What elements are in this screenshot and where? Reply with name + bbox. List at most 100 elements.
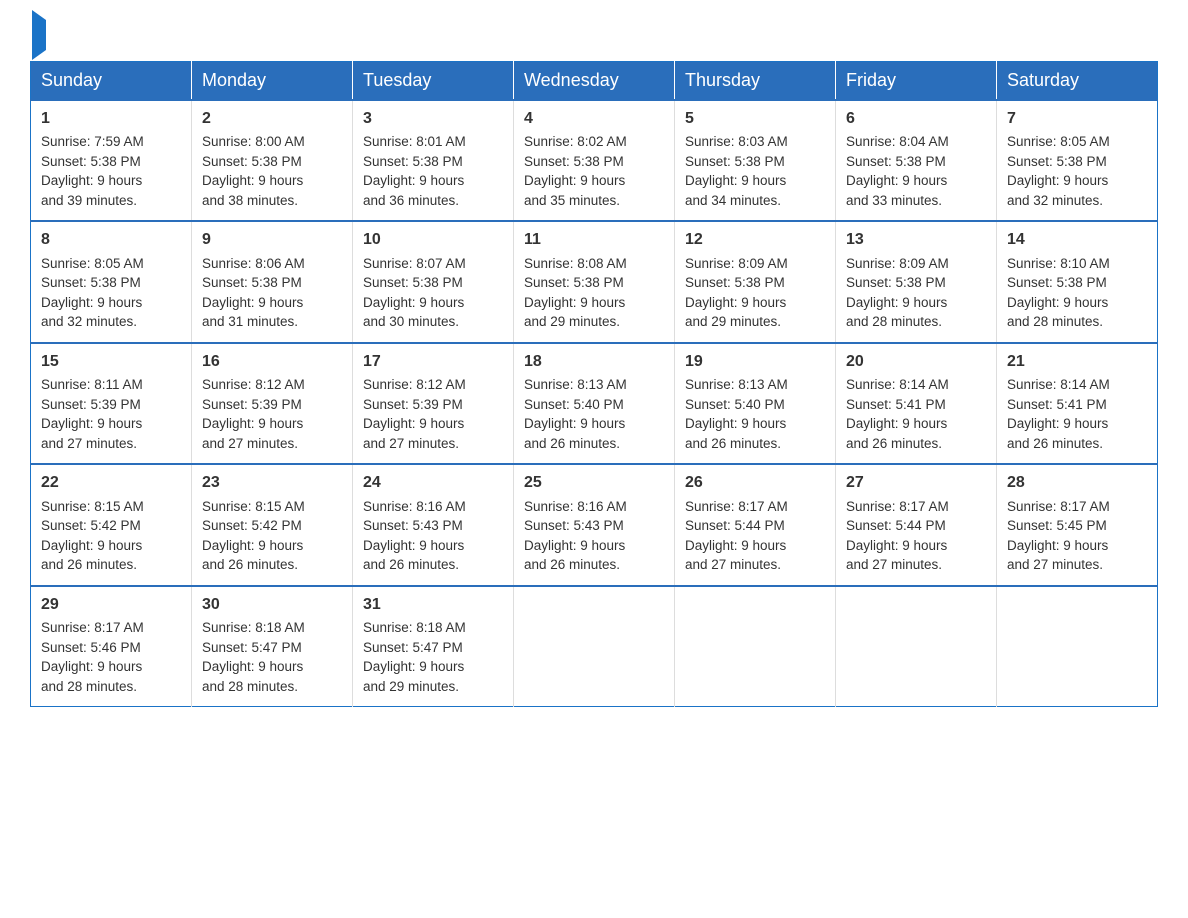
- day-number: 25: [524, 471, 664, 494]
- calendar-day-cell: 21Sunrise: 8:14 AMSunset: 5:41 PMDayligh…: [997, 343, 1158, 464]
- calendar-day-cell: [675, 586, 836, 707]
- day-info: Sunrise: 8:15 AMSunset: 5:42 PMDaylight:…: [202, 499, 305, 573]
- calendar-week-row: 29 Sunrise: 8:17 AMSunset: 5:46 PMDayligh…: [31, 586, 1158, 707]
- day-info: Sunrise: 8:17 AMSunset: 5:45 PMDaylight:…: [1007, 499, 1110, 573]
- day-info: Sunrise: 8:06 AMSunset: 5:38 PMDaylight:…: [202, 256, 305, 330]
- calendar-table: SundayMondayTuesdayWednesdayThursdayFrid…: [30, 61, 1158, 707]
- day-number: 28: [1007, 471, 1147, 494]
- day-number: 6: [846, 107, 986, 130]
- day-number: 13: [846, 228, 986, 251]
- day-number: 16: [202, 350, 342, 373]
- day-info: Sunrise: 8:00 AMSunset: 5:38 PMDaylight:…: [202, 134, 305, 208]
- day-info: Sunrise: 8:18 AMSunset: 5:47 PMDaylight:…: [363, 620, 466, 694]
- day-info: Sunrise: 8:17 AMSunset: 5:44 PMDaylight:…: [685, 499, 788, 573]
- page-header: [30, 20, 1158, 51]
- weekday-header-sunday: Sunday: [31, 62, 192, 101]
- day-info: Sunrise: 8:10 AMSunset: 5:38 PMDaylight:…: [1007, 256, 1110, 330]
- calendar-day-cell: 24Sunrise: 8:16 AMSunset: 5:43 PMDayligh…: [353, 464, 514, 585]
- day-info: Sunrise: 8:15 AMSunset: 5:42 PMDaylight:…: [41, 499, 144, 573]
- day-number: 12: [685, 228, 825, 251]
- day-info: Sunrise: 8:13 AMSunset: 5:40 PMDaylight:…: [524, 377, 627, 451]
- day-info: Sunrise: 8:14 AMSunset: 5:41 PMDaylight:…: [846, 377, 949, 451]
- weekday-header-wednesday: Wednesday: [514, 62, 675, 101]
- calendar-day-cell: 28 Sunrise: 8:17 AMSunset: 5:45 PMDayligh…: [997, 464, 1158, 585]
- day-number: 3: [363, 107, 503, 130]
- day-number: 31: [363, 593, 503, 616]
- calendar-day-cell: 25Sunrise: 8:16 AMSunset: 5:43 PMDayligh…: [514, 464, 675, 585]
- day-info: Sunrise: 8:18 AMSunset: 5:47 PMDaylight:…: [202, 620, 305, 694]
- weekday-header-tuesday: Tuesday: [353, 62, 514, 101]
- calendar-day-cell: 12 Sunrise: 8:09 AMSunset: 5:38 PMDayligh…: [675, 221, 836, 342]
- weekday-header-row: SundayMondayTuesdayWednesdayThursdayFrid…: [31, 62, 1158, 101]
- logo-area: [30, 20, 46, 51]
- day-info: Sunrise: 8:02 AMSunset: 5:38 PMDaylight:…: [524, 134, 627, 208]
- day-info: Sunrise: 8:04 AMSunset: 5:38 PMDaylight:…: [846, 134, 949, 208]
- calendar-day-cell: [836, 586, 997, 707]
- day-info: Sunrise: 8:13 AMSunset: 5:40 PMDaylight:…: [685, 377, 788, 451]
- calendar-day-cell: 4 Sunrise: 8:02 AMSunset: 5:38 PMDaylight…: [514, 100, 675, 221]
- day-info: Sunrise: 8:14 AMSunset: 5:41 PMDaylight:…: [1007, 377, 1110, 451]
- calendar-day-cell: [514, 586, 675, 707]
- day-number: 5: [685, 107, 825, 130]
- day-info: Sunrise: 7:59 AMSunset: 5:38 PMDaylight:…: [41, 134, 144, 208]
- calendar-day-cell: 2 Sunrise: 8:00 AMSunset: 5:38 PMDaylight…: [192, 100, 353, 221]
- day-info: Sunrise: 8:16 AMSunset: 5:43 PMDaylight:…: [363, 499, 466, 573]
- calendar-week-row: 1 Sunrise: 7:59 AMSunset: 5:38 PMDaylight…: [31, 100, 1158, 221]
- day-info: Sunrise: 8:03 AMSunset: 5:38 PMDaylight:…: [685, 134, 788, 208]
- day-number: 23: [202, 471, 342, 494]
- calendar-day-cell: 13Sunrise: 8:09 AMSunset: 5:38 PMDayligh…: [836, 221, 997, 342]
- calendar-week-row: 8 Sunrise: 8:05 AMSunset: 5:38 PMDaylight…: [31, 221, 1158, 342]
- calendar-day-cell: 20Sunrise: 8:14 AMSunset: 5:41 PMDayligh…: [836, 343, 997, 464]
- calendar-day-cell: 9 Sunrise: 8:06 AMSunset: 5:38 PMDaylight…: [192, 221, 353, 342]
- day-info: Sunrise: 8:11 AMSunset: 5:39 PMDaylight:…: [41, 377, 143, 451]
- weekday-header-friday: Friday: [836, 62, 997, 101]
- weekday-header-thursday: Thursday: [675, 62, 836, 101]
- calendar-day-cell: [997, 586, 1158, 707]
- calendar-day-cell: 29 Sunrise: 8:17 AMSunset: 5:46 PMDayligh…: [31, 586, 192, 707]
- calendar-week-row: 22 Sunrise: 8:15 AMSunset: 5:42 PMDayligh…: [31, 464, 1158, 585]
- calendar-day-cell: 11Sunrise: 8:08 AMSunset: 5:38 PMDayligh…: [514, 221, 675, 342]
- calendar-day-cell: 7 Sunrise: 8:05 AMSunset: 5:38 PMDaylight…: [997, 100, 1158, 221]
- calendar-day-cell: 10 Sunrise: 8:07 AMSunset: 5:38 PMDayligh…: [353, 221, 514, 342]
- day-number: 27: [846, 471, 986, 494]
- logo-arrow-icon: [32, 10, 46, 60]
- day-info: Sunrise: 8:01 AMSunset: 5:38 PMDaylight:…: [363, 134, 466, 208]
- day-info: Sunrise: 8:12 AMSunset: 5:39 PMDaylight:…: [202, 377, 305, 451]
- calendar-day-cell: 30 Sunrise: 8:18 AMSunset: 5:47 PMDayligh…: [192, 586, 353, 707]
- day-number: 4: [524, 107, 664, 130]
- day-number: 2: [202, 107, 342, 130]
- calendar-day-cell: 3 Sunrise: 8:01 AMSunset: 5:38 PMDaylight…: [353, 100, 514, 221]
- day-number: 14: [1007, 228, 1147, 251]
- weekday-header-saturday: Saturday: [997, 62, 1158, 101]
- day-info: Sunrise: 8:17 AMSunset: 5:46 PMDaylight:…: [41, 620, 144, 694]
- day-number: 15: [41, 350, 181, 373]
- day-number: 17: [363, 350, 503, 373]
- calendar-week-row: 15 Sunrise: 8:11 AMSunset: 5:39 PMDayligh…: [31, 343, 1158, 464]
- calendar-day-cell: 8 Sunrise: 8:05 AMSunset: 5:38 PMDaylight…: [31, 221, 192, 342]
- calendar-day-cell: 31 Sunrise: 8:18 AMSunset: 5:47 PMDayligh…: [353, 586, 514, 707]
- calendar-day-cell: 18 Sunrise: 8:13 AMSunset: 5:40 PMDayligh…: [514, 343, 675, 464]
- weekday-header-monday: Monday: [192, 62, 353, 101]
- calendar-day-cell: 27Sunrise: 8:17 AMSunset: 5:44 PMDayligh…: [836, 464, 997, 585]
- day-info: Sunrise: 8:05 AMSunset: 5:38 PMDaylight:…: [1007, 134, 1110, 208]
- day-number: 10: [363, 228, 503, 251]
- day-number: 22: [41, 471, 181, 494]
- calendar-day-cell: 17 Sunrise: 8:12 AMSunset: 5:39 PMDayligh…: [353, 343, 514, 464]
- day-info: Sunrise: 8:08 AMSunset: 5:38 PMDaylight:…: [524, 256, 627, 330]
- day-number: 8: [41, 228, 181, 251]
- day-number: 9: [202, 228, 342, 251]
- day-info: Sunrise: 8:09 AMSunset: 5:38 PMDaylight:…: [685, 256, 788, 330]
- day-number: 30: [202, 593, 342, 616]
- day-number: 7: [1007, 107, 1147, 130]
- day-info: Sunrise: 8:12 AMSunset: 5:39 PMDaylight:…: [363, 377, 466, 451]
- calendar-day-cell: 26 Sunrise: 8:17 AMSunset: 5:44 PMDayligh…: [675, 464, 836, 585]
- day-number: 26: [685, 471, 825, 494]
- day-info: Sunrise: 8:07 AMSunset: 5:38 PMDaylight:…: [363, 256, 466, 330]
- calendar-day-cell: 1 Sunrise: 7:59 AMSunset: 5:38 PMDaylight…: [31, 100, 192, 221]
- day-number: 29: [41, 593, 181, 616]
- day-number: 18: [524, 350, 664, 373]
- calendar-day-cell: 14 Sunrise: 8:10 AMSunset: 5:38 PMDayligh…: [997, 221, 1158, 342]
- calendar-day-cell: 23 Sunrise: 8:15 AMSunset: 5:42 PMDayligh…: [192, 464, 353, 585]
- day-number: 1: [41, 107, 181, 130]
- day-info: Sunrise: 8:05 AMSunset: 5:38 PMDaylight:…: [41, 256, 144, 330]
